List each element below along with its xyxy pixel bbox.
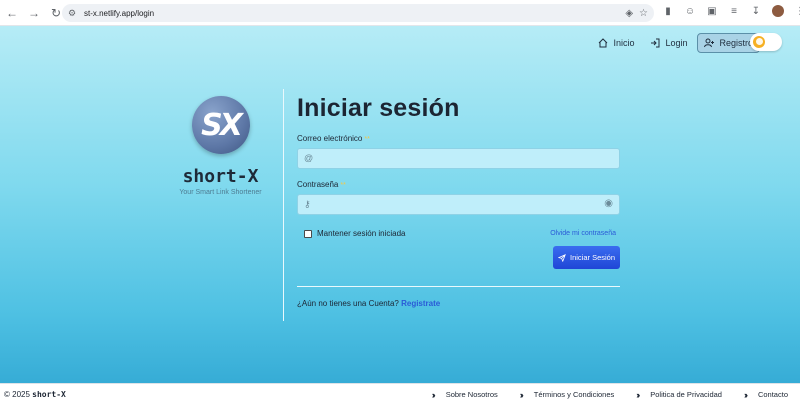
footer-link-label: Sobre Nosotros — [445, 390, 498, 399]
star-icon[interactable]: ☆ — [639, 8, 648, 19]
remember-checkbox-wrap[interactable]: Mantener sesión iniciada — [304, 229, 406, 238]
chevrons-right-icon: ›› — [431, 389, 436, 400]
copyright-brand: short-X — [32, 390, 66, 399]
top-navigation: Inicio Login Registro — [592, 33, 760, 53]
forward-icon[interactable]: → — [24, 3, 44, 23]
email-field[interactable]: @ — [297, 148, 620, 169]
chevrons-right-icon: ›› — [519, 389, 524, 400]
submit-row: Iniciar Sesión — [297, 246, 620, 269]
add-user-icon — [704, 38, 715, 48]
footer-link-contacto[interactable]: ›› Contacto — [744, 390, 788, 400]
password-label-text: Contraseña — [297, 180, 339, 189]
chevrons-right-icon: ›› — [636, 389, 640, 400]
puzzle-icon[interactable]: ▣ — [706, 6, 718, 17]
sun-moon-icon — [753, 36, 765, 48]
footer-link-privacidad[interactable]: ›› Politica de Privacidad — [636, 390, 722, 400]
copyright-prefix: © 2025 — [4, 390, 30, 399]
at-icon: @ — [304, 153, 314, 163]
password-field[interactable]: ⚷ ◉ — [297, 194, 620, 215]
extension-icon[interactable]: ▮ — [662, 6, 674, 17]
eye-icon[interactable]: ◉ — [604, 198, 613, 209]
copyright: © 2025 short-X — [4, 390, 66, 399]
face-icon[interactable]: ☺ — [684, 6, 696, 17]
browser-toolbar: ← → ↻ ⚙ st-x.netlify.app/login ◈ ☆ ▮ ☺ ▣… — [0, 0, 800, 26]
password-required-mark: ** — [340, 182, 346, 189]
back-icon[interactable]: ← — [2, 3, 22, 23]
send-icon — [557, 253, 566, 262]
login-button[interactable]: Iniciar Sesión — [553, 246, 620, 269]
site-info-icon[interactable]: ⚙ — [68, 8, 78, 18]
chevrons-right-icon: ›› — [743, 389, 748, 400]
form-divider — [297, 286, 620, 287]
remember-row: Mantener sesión iniciada Olvide mi contr… — [297, 229, 620, 238]
login-button-label: Iniciar Sesión — [569, 253, 616, 262]
menu-icon[interactable]: ⋮ — [794, 6, 800, 17]
nav-registro-label: Registro — [719, 38, 753, 48]
nav-inicio[interactable]: Inicio — [592, 34, 640, 52]
theme-toggle[interactable] — [750, 33, 782, 51]
brand-tagline: Your Smart Link Shortener — [179, 189, 262, 196]
footer-links: ›› Sobre Nosotros ›› Términos y Condicio… — [432, 390, 788, 400]
signup-prompt: ¿Aún no tienes una Cuenta? Registrate — [297, 299, 620, 308]
email-label: Correo electrónico ** — [297, 134, 620, 143]
brand-name: short-X — [182, 166, 259, 187]
login-form: Iniciar sesión Correo electrónico ** @ Co… — [297, 94, 620, 308]
media-icon[interactable]: ≡ — [728, 6, 740, 17]
url-text: st-x.netlify.app/login — [84, 8, 155, 18]
email-required-mark: ** — [364, 136, 370, 143]
password-label: Contraseña ** — [297, 180, 620, 189]
key-icon: ⚷ — [304, 199, 311, 209]
footer-link-label: Términos y Condiciones — [533, 390, 615, 399]
profile-avatar[interactable] — [772, 5, 784, 17]
footer-link-terminos[interactable]: ›› Términos y Condiciones — [520, 390, 614, 400]
email-label-text: Correo electrónico — [297, 134, 363, 143]
signup-prompt-text: ¿Aún no tienes una Cuenta? — [297, 299, 399, 308]
remember-label: Mantener sesión iniciada — [317, 229, 406, 238]
login-icon — [651, 38, 660, 48]
address-bar[interactable]: ⚙ st-x.netlify.app/login ◈ ☆ — [62, 4, 654, 22]
nav-login[interactable]: Login — [644, 34, 693, 52]
forgot-password-link[interactable]: Olvide mi contraseña — [550, 230, 616, 237]
page-title: Iniciar sesión — [297, 94, 460, 122]
footer: © 2025 short-X ›› Sobre Nosotros ›› Térm… — [0, 383, 800, 405]
nav-inicio-label: Inicio — [613, 38, 635, 48]
download-icon[interactable]: ↧ — [750, 6, 762, 17]
brand-panel: SX short-X Your Smart Link Shortener — [168, 96, 273, 196]
brand-logo: SX — [191, 96, 250, 154]
login-page: Inicio Login Registro SX short-X Your Sm… — [0, 26, 800, 383]
translate-icon[interactable]: ◈ — [625, 8, 633, 19]
remember-checkbox[interactable] — [304, 229, 312, 238]
nav-login-label: Login — [665, 38, 688, 48]
signup-link[interactable]: Registrate — [401, 299, 440, 308]
footer-link-label: Contacto — [757, 390, 788, 399]
footer-link-sobre-nosotros[interactable]: ›› Sobre Nosotros — [432, 390, 498, 400]
vertical-divider — [283, 89, 284, 321]
logo-text: SX — [201, 107, 243, 143]
footer-link-label: Politica de Privacidad — [650, 390, 722, 399]
home-icon — [599, 38, 608, 48]
